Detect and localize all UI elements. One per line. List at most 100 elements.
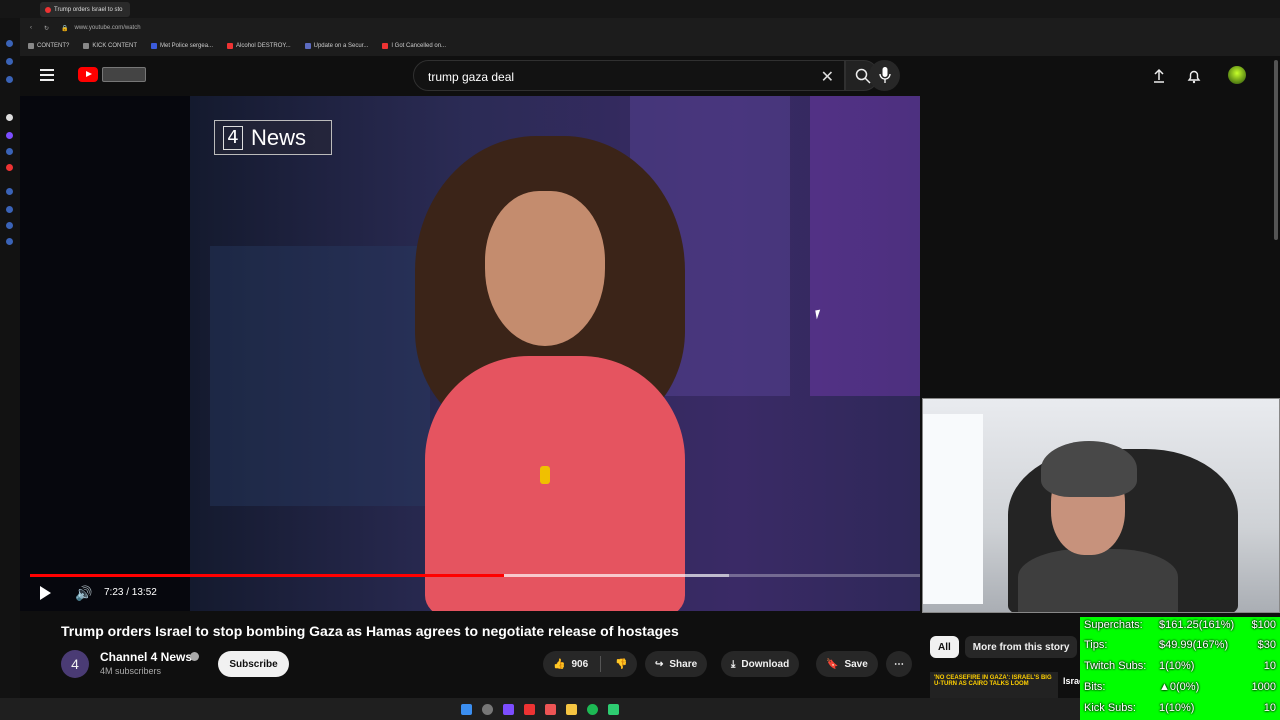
folder-icon [28, 43, 34, 49]
sidebar-app-icon[interactable] [6, 148, 13, 155]
subscriber-count: 4M subscribers [100, 666, 162, 676]
bookmark-item[interactable]: CONTENT? [28, 43, 69, 49]
channel-4-icon: 4 [223, 125, 243, 150]
site-favicon-icon [151, 43, 158, 49]
share-icon: ↪ [655, 658, 664, 670]
bookmarks-bar: CONTENT? KICK CONTENT Met Police sergea.… [0, 39, 1280, 53]
page-scrollbar[interactable] [1274, 60, 1278, 240]
sidebar-app-icon[interactable] [6, 164, 13, 171]
thumbnail-text: 'NO CEASEFIRE IN GAZA': ISRAEL'S BIG U-T… [934, 675, 1052, 687]
stat-row-superchats: Superchats: $161.25(161%) $100 [1084, 619, 1276, 631]
download-label: Download [741, 658, 790, 670]
app-icon[interactable] [503, 703, 514, 715]
video-player[interactable]: 4 News 🔊 7:23 / 13:52 [20, 96, 920, 611]
share-button[interactable]: ↪ Share [645, 651, 708, 677]
sidebar-app-icon[interactable] [6, 238, 13, 245]
url-text[interactable]: www.youtube.com/watch [75, 25, 141, 31]
youtube-header: trump gaza deal ✕ [20, 56, 1280, 96]
news-logo-text: News [251, 124, 307, 150]
menu-icon[interactable] [40, 69, 54, 81]
microphone-icon [879, 67, 891, 83]
search-icon[interactable] [482, 703, 493, 715]
share-label: Share [669, 658, 698, 670]
like-button[interactable]: 👍 906 [543, 659, 588, 670]
os-taskbar [0, 698, 1080, 720]
bookmark-item[interactable]: KICK CONTENT [83, 43, 137, 49]
upload-icon[interactable] [1151, 68, 1167, 84]
related-filter-chips: All More from this story [930, 636, 1078, 658]
download-icon: ⤓ [731, 658, 736, 670]
sidebar-app-icon[interactable] [6, 114, 13, 121]
premium-logo[interactable] [102, 67, 146, 82]
reload-icon[interactable]: ↻ [44, 25, 49, 32]
spotify-icon[interactable] [587, 703, 598, 715]
sidebar-app-icon[interactable] [6, 40, 13, 47]
play-icon[interactable] [40, 586, 51, 600]
video-title: Trump orders Israel to stop bombing Gaza… [61, 623, 679, 639]
verified-icon [190, 652, 199, 661]
browser-icon[interactable] [524, 703, 535, 715]
buffer-bar [504, 574, 729, 577]
download-button[interactable]: ⤓ Download [721, 651, 800, 677]
bookmark-item[interactable]: I Got Cancelled on... [382, 43, 446, 49]
search-box[interactable]: trump gaza deal ✕ [413, 60, 845, 91]
channel-avatar[interactable]: 4 [61, 650, 89, 678]
browser-tab[interactable]: Trump orders Israel to sto [40, 2, 130, 17]
more-actions-button[interactable]: ⋯ [886, 651, 912, 677]
back-icon[interactable]: ‹ [30, 25, 32, 31]
seek-bar[interactable] [30, 574, 920, 577]
volume-icon[interactable]: 🔊 [75, 585, 92, 602]
channel-4-news-logo: 4 News [214, 120, 332, 155]
yellow-ribbon-icon [540, 466, 550, 484]
search-input[interactable]: trump gaza deal [428, 70, 514, 84]
thumbs-down-icon: 👎 [615, 658, 628, 670]
site-favicon-icon [304, 43, 311, 49]
bookmark-icon: 🔖 [826, 658, 839, 670]
sidebar-app-icon[interactable] [6, 188, 13, 195]
related-video-thumbnail[interactable]: 'NO CEASEFIRE IN GAZA': ISRAEL'S BIG U-T… [930, 672, 1058, 700]
like-dislike-group: 👍 906 👎 [543, 651, 637, 677]
sidebar-app-icon[interactable] [6, 76, 13, 83]
chip-more-from-this-story[interactable]: More from this story [964, 636, 1078, 658]
voice-search-button[interactable] [869, 60, 900, 91]
save-button[interactable]: 🔖 Save [816, 651, 878, 677]
stat-row-bits: Bits: ▲0(0%) 1000 [1084, 681, 1276, 693]
sidebar-app-icon[interactable] [6, 132, 13, 139]
time-display: 7:23 / 13:52 [104, 587, 157, 598]
tab-bar: Trump orders Israel to sto [0, 0, 1280, 18]
sidebar-app-icon[interactable] [6, 58, 13, 65]
tab-title: Trump orders Israel to sto [54, 6, 123, 13]
bits-icon: ▲ [1159, 681, 1170, 693]
youtube-logo[interactable] [78, 67, 98, 82]
stat-row-kick-subs: Kick Subs: 1(10%) 10 [1084, 702, 1276, 714]
app-icon[interactable] [545, 703, 556, 715]
subscribe-button[interactable]: Subscribe [218, 651, 289, 677]
notifications-bell-icon[interactable] [1186, 68, 1202, 84]
bookmark-item[interactable]: Alcohol DESTROY... [227, 43, 291, 49]
folder-icon[interactable] [566, 703, 577, 715]
windows-start-icon[interactable] [461, 703, 472, 715]
presenter-image [380, 136, 710, 611]
clear-search-icon[interactable]: ✕ [821, 67, 834, 87]
address-bar[interactable]: ‹ ↻ 🔒 www.youtube.com/watch [0, 20, 1280, 36]
save-label: Save [844, 658, 868, 670]
sidebar-app-icon[interactable] [6, 222, 13, 229]
webcam-overlay [922, 398, 1280, 613]
stat-row-twitch-subs: Twitch Subs: 1(10%) 10 [1084, 660, 1276, 672]
youtube-favicon-icon [227, 43, 234, 49]
thumbs-up-icon: 👍 [553, 658, 566, 670]
bookmark-item[interactable]: Update on a Secur... [304, 43, 368, 49]
chip-all[interactable]: All [930, 636, 959, 658]
stream-goals-panel: Superchats: $161.25(161%) $100 Tips: $49.99… [1080, 617, 1280, 720]
youtube-favicon-icon [382, 43, 389, 49]
channel-name[interactable]: Channel 4 News [100, 650, 192, 664]
stat-row-tips: Tips: $49.99(167%) $30 [1084, 639, 1276, 651]
folder-icon [83, 43, 90, 49]
bookmark-item[interactable]: Met Police sergea... [151, 43, 213, 49]
account-avatar[interactable] [1228, 66, 1246, 84]
browser-chrome: Trump orders Israel to sto ‹ ↻ 🔒 www.you… [0, 0, 1280, 56]
sidebar-app-icon[interactable] [6, 206, 13, 213]
dislike-button[interactable]: 👎 [607, 659, 627, 670]
more-icon: ⋯ [894, 658, 904, 670]
xbox-icon[interactable] [608, 703, 619, 715]
